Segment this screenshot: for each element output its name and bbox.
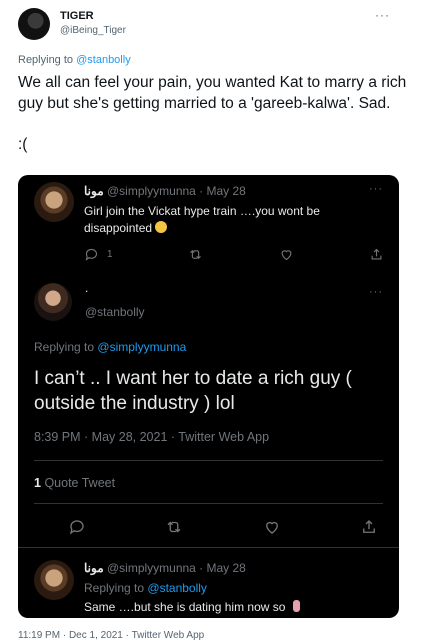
quote-count: 1 [34, 476, 41, 490]
handle-time[interactable]: @simplyymunna · May 28 [107, 184, 246, 198]
tweet-text-line: :( [18, 136, 28, 153]
smile-emoji-icon [155, 221, 168, 233]
replying-to: Replying to @stanbolly [18, 54, 131, 66]
outer-tweet-header: TIGER @iBeing_Tiger ··· [18, 8, 418, 44]
share-button[interactable] [369, 247, 384, 262]
replying-prefix: Replying to [84, 581, 145, 595]
reply-icon [69, 520, 84, 535]
reply-button[interactable] [68, 518, 86, 536]
author-name[interactable]: . [85, 281, 88, 295]
author-block: TIGER @iBeing_Tiger [60, 10, 126, 36]
divider [18, 547, 399, 548]
more-icon[interactable]: ··· [369, 183, 383, 195]
avatar[interactable] [18, 8, 50, 40]
tweet-timestamp[interactable]: 11:19 PM · Dec 1, 2021 · Twitter Web App [18, 630, 204, 641]
like-button[interactable] [279, 247, 294, 262]
quote-label: Quote Tweet [44, 476, 116, 490]
replying-to-link[interactable]: @stanbolly [76, 54, 131, 66]
author-handle[interactable]: @iBeing_Tiger [60, 25, 126, 36]
quote-tweet-count[interactable]: 1 Quote Tweet [34, 476, 115, 490]
author-handle[interactable]: @stanbolly [85, 305, 145, 319]
avatar[interactable] [34, 182, 74, 222]
author-name[interactable]: مونا [84, 561, 104, 575]
divider [34, 503, 383, 504]
retweet-button[interactable] [165, 518, 183, 536]
retweet-icon [190, 249, 201, 260]
tweet-text: We all can feel your pain, you wanted Ka… [18, 72, 418, 155]
replying-to: Replying to @simplyymunna [34, 340, 186, 354]
handle-time[interactable]: @simplyymunna · May 28 [107, 561, 246, 575]
avatar[interactable] [34, 283, 72, 321]
retweet-icon [167, 521, 181, 533]
share-button[interactable] [360, 518, 378, 536]
replying-prefix: Replying to [18, 54, 74, 66]
heart-icon [265, 521, 278, 534]
tweet-actions: 1 [84, 247, 384, 262]
share-icon [371, 248, 382, 260]
reply-icon [85, 248, 98, 261]
replying-to: Replying to @stanbolly [84, 581, 207, 595]
tweet-header: مونا @simplyymunna · May 28 [84, 561, 246, 575]
tweet-text-content: Girl join the Vickat hype train ….you wo… [84, 204, 320, 235]
divider [34, 460, 383, 461]
more-icon[interactable]: ··· [369, 286, 383, 298]
tweet-text: I can’t .. I want her to date a rich guy… [34, 368, 352, 414]
share-icon [363, 520, 375, 533]
replying-to-link[interactable]: @stanbolly [147, 581, 207, 595]
heart-icon [281, 250, 291, 261]
avatar[interactable] [34, 560, 74, 600]
retweet-button[interactable] [188, 247, 203, 262]
author-name[interactable]: مونا [84, 184, 104, 198]
tweet-header: مونا @simplyymunna · May 28 [84, 184, 246, 198]
reply-button[interactable]: 1 [84, 247, 113, 262]
more-icon[interactable]: ··· [375, 8, 390, 22]
reply-count: 1 [107, 249, 113, 260]
walking-emoji-icon [292, 600, 300, 612]
tweet-text-line: We all can feel your pain, you wanted Ka… [18, 74, 407, 112]
tweet-text-content: Same ….but she is dating him now so [84, 600, 286, 614]
tweet-text: Girl join the Vickat hype train ….you wo… [84, 203, 374, 237]
quoted-thread[interactable]: مونا @simplyymunna · May 28 ··· Girl joi… [18, 175, 399, 618]
tweet-actions [68, 518, 378, 536]
replying-prefix: Replying to [34, 340, 95, 354]
like-button[interactable] [263, 518, 281, 536]
tweet-text: Same ….but she is dating him now so [84, 600, 300, 614]
author-name[interactable]: TIGER [60, 10, 126, 22]
tweet-timestamp[interactable]: 8:39 PM · May 28, 2021 · Twitter Web App [34, 430, 269, 444]
replying-to-link[interactable]: @simplyymunna [97, 340, 186, 354]
